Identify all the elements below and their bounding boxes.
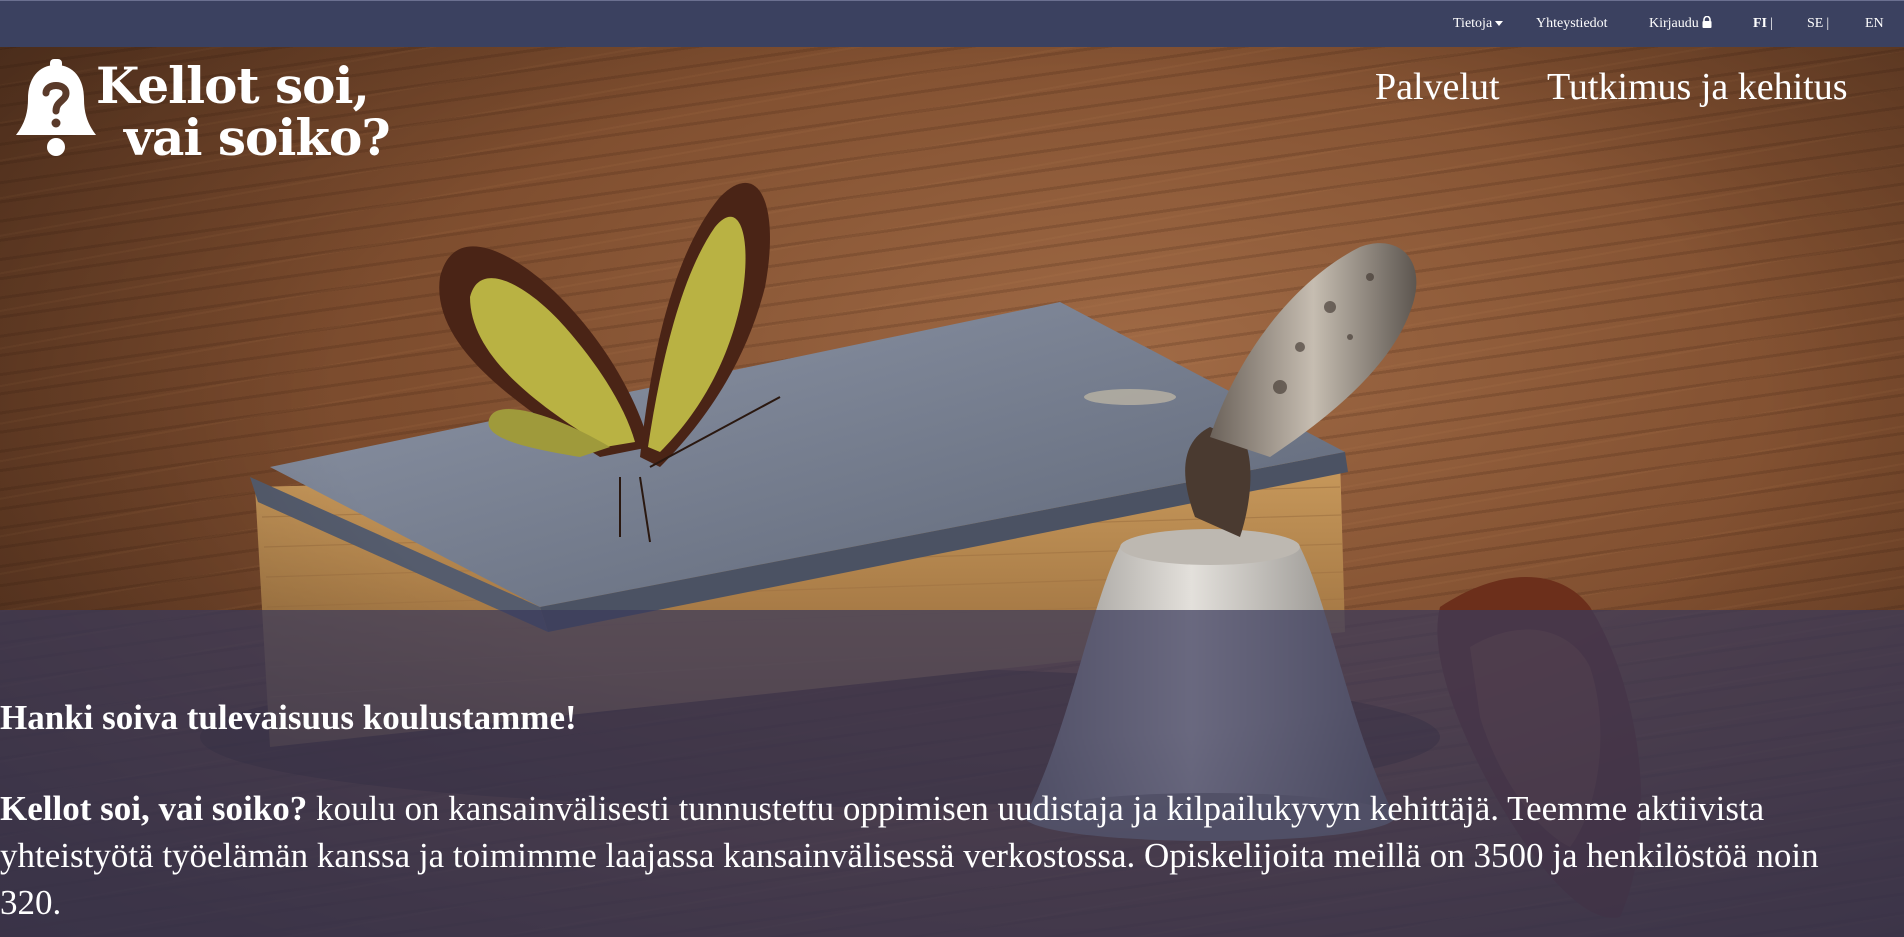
logo-text-line1: Kellot soi, [96, 56, 370, 115]
hero-text-overlay: Hanki soiva tulevaisuus koulustamme! Kel… [0, 610, 1904, 937]
hero-description-strong: Kellot soi, vai soiko? [0, 789, 308, 828]
contact-link[interactable]: Yhteystiedot [1536, 16, 1608, 32]
hero-description: Kellot soi, vai soiko? koulu on kansainv… [0, 785, 1860, 926]
lang-separator: | [1770, 16, 1773, 31]
lang-se[interactable]: SE | [1807, 16, 1829, 32]
lang-fi-label: FI [1753, 16, 1767, 31]
nav-services[interactable]: Palvelut [1375, 65, 1500, 109]
lang-se-label: SE [1807, 16, 1824, 31]
bell-question-icon [16, 59, 96, 156]
lang-en[interactable]: EN [1865, 16, 1884, 32]
about-menu-label: Tietoja [1453, 16, 1493, 31]
top-utility-bar: Tietoja Yhteystiedot Kirjaudu FI | SE | EN [0, 0, 1904, 47]
lock-icon [1702, 16, 1712, 28]
login-link[interactable]: Kirjaudu [1649, 16, 1712, 32]
caret-down-icon [1495, 21, 1504, 27]
site-logo[interactable]: Kellot soi, vai soiko? [14, 53, 391, 163]
lang-fi[interactable]: FI | [1753, 16, 1773, 32]
hero-banner: Kellot soi, vai soiko? Palvelut Tutkimus… [0, 47, 1904, 937]
lang-separator: | [1826, 16, 1830, 31]
about-menu[interactable]: Tietoja [1453, 16, 1504, 32]
nav-research[interactable]: Tutkimus ja kehitus [1547, 65, 1848, 109]
hero-heading: Hanki soiva tulevaisuus koulustamme! [0, 698, 577, 737]
login-label: Kirjaudu [1649, 16, 1699, 31]
logo-text-line2: vai soiko? [124, 108, 391, 167]
